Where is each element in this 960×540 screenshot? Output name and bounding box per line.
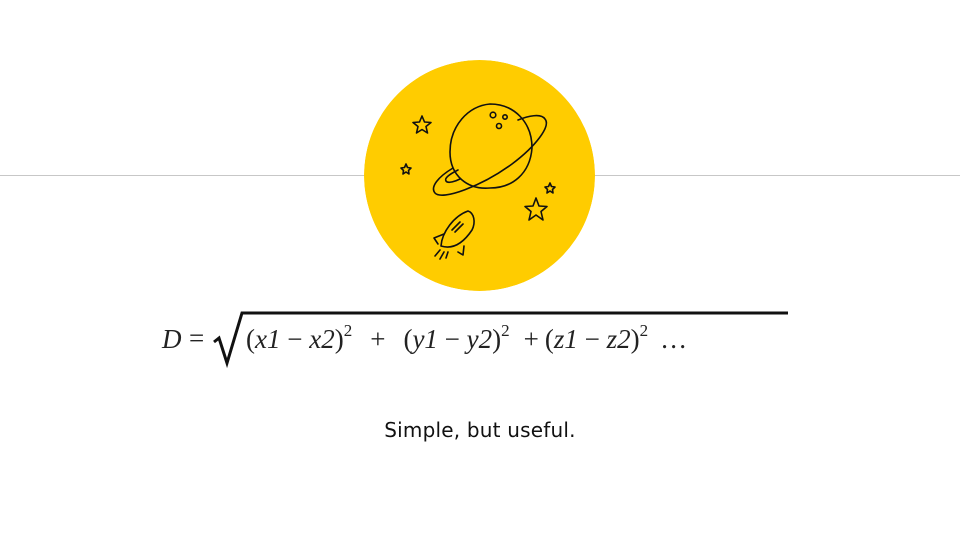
space-illustration-svg — [364, 60, 595, 291]
slide: D = (x1 − x2)2 + (y1 − y2)2 + (z1 − z2)2… Si… — [0, 0, 960, 540]
slide-caption: Simple, but useful. — [384, 418, 576, 442]
formula-ellipsis: … — [660, 324, 688, 354]
formula-radicand: (x1 − x2)2 + (y1 − y2)2 + (z1 − z2)2… — [246, 321, 688, 355]
space-illustration — [364, 60, 595, 291]
formula-term-y: (y1 − y2)2 — [403, 321, 510, 354]
formula-plus: + — [370, 324, 386, 354]
formula-lhs: D — [162, 324, 182, 354]
distance-formula: D = (x1 − x2)2 + (y1 − y2)2 + (z1 − z2)2… — [158, 308, 788, 370]
formula-equals: = — [189, 323, 205, 353]
formula-plus: + — [523, 324, 539, 354]
formula-term-x: (x1 − x2)2 — [246, 321, 353, 354]
yellow-circle — [364, 60, 595, 291]
formula-term-z: (z1 − z2)2 — [544, 321, 649, 354]
